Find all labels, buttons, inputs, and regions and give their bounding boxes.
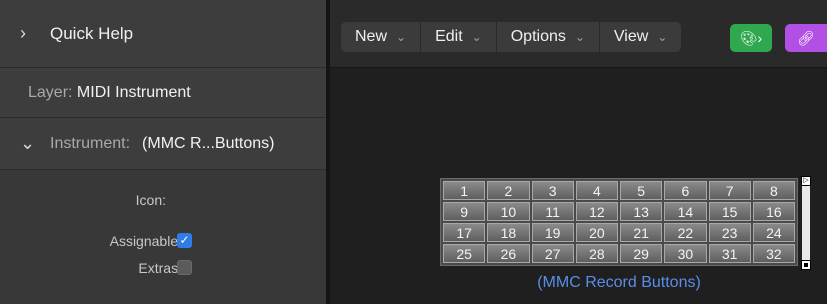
- view-menu[interactable]: View ⌄: [600, 22, 681, 52]
- layer-value: MIDI Instrument: [76, 83, 191, 101]
- extras-label: Extras:: [138, 260, 182, 276]
- layer-row: Layer: MIDI Instrument: [0, 68, 326, 118]
- mmc-button-grid: 1 2 3 4 5 6 7 8 9 10 11 12 13 14 15 16 17 18 19 20 21 22 23 24 2…: [441, 179, 797, 265]
- mmc-record-button[interactable]: 18: [487, 223, 530, 242]
- mmc-record-button[interactable]: 25: [443, 244, 486, 263]
- mmc-record-button[interactable]: 17: [443, 223, 486, 242]
- inspector-panel: › Quick Help Layer: MIDI Instrument ⌄ In…: [0, 0, 326, 304]
- resize-handle[interactable]: [801, 260, 811, 270]
- chevron-down-icon: ⌄: [574, 30, 585, 44]
- assignable-label: Assignable:: [109, 233, 182, 249]
- mmc-record-button[interactable]: 22: [664, 223, 707, 242]
- instrument-prefix: Instrument:: [50, 134, 131, 152]
- layer-prefix: Layer:: [28, 83, 73, 101]
- mmc-record-button[interactable]: 32: [752, 244, 795, 263]
- link-button[interactable]: 🔗︎: [785, 24, 827, 52]
- mmc-record-button[interactable]: 15: [708, 202, 751, 221]
- menu-group: New ⌄ Edit ⌄ Options ⌄ View ⌄: [341, 22, 682, 52]
- assignable-checkbox[interactable]: ✓: [177, 233, 192, 248]
- environment-area: New ⌄ Edit ⌄ Options ⌄ View ⌄ 🎨︎› 🔗︎ 123…: [330, 0, 827, 304]
- mmc-record-button[interactable]: 30: [664, 244, 707, 263]
- mmc-record-button[interactable]: 20: [575, 223, 618, 242]
- mmc-record-button[interactable]: 9: [443, 202, 486, 221]
- mmc-record-button[interactable]: 31: [708, 244, 751, 263]
- chevron-down-icon: ⌄: [20, 133, 36, 153]
- mmc-record-button[interactable]: 19: [531, 223, 574, 242]
- chevron-down-icon: ⌄: [396, 30, 407, 44]
- link-icon: 🔗︎: [797, 29, 815, 46]
- palette-icon: 🎨︎›: [739, 29, 763, 46]
- mmc-record-button[interactable]: 23: [708, 223, 751, 242]
- mmc-record-button[interactable]: 7: [708, 181, 751, 200]
- options-menu-label: Options: [510, 28, 566, 45]
- view-menu-label: View: [613, 28, 649, 45]
- mmc-record-button[interactable]: 29: [620, 244, 663, 263]
- new-menu-label: New: [355, 28, 388, 45]
- mmc-record-button[interactable]: 11: [531, 202, 574, 221]
- options-menu[interactable]: Options ⌄: [497, 22, 600, 52]
- quick-help-label: Quick Help: [50, 23, 134, 43]
- mmc-record-button[interactable]: 2: [487, 181, 530, 200]
- mmc-record-buttons-object[interactable]: 1 2 3 4 5 6 7 8 9 10 11 12 13 14 15 16 17 18 19 20 21 22 23 24 2…: [440, 178, 798, 266]
- mmc-record-button[interactable]: 13: [620, 202, 663, 221]
- icon-label: Icon:: [135, 192, 166, 208]
- mmc-record-button[interactable]: 12: [575, 202, 618, 221]
- edit-menu[interactable]: Edit ⌄: [421, 22, 497, 52]
- mmc-record-button[interactable]: 26: [487, 244, 530, 263]
- toolbar: New ⌄ Edit ⌄ Options ⌄ View ⌄ 🎨︎› 🔗︎: [330, 0, 827, 68]
- mmc-record-button[interactable]: 21: [620, 223, 663, 242]
- mmc-record-button[interactable]: 14: [664, 202, 707, 221]
- mmc-record-button[interactable]: 16: [752, 202, 795, 221]
- mmc-record-button[interactable]: 1: [443, 181, 486, 200]
- mmc-record-button[interactable]: 27: [531, 244, 574, 263]
- mmc-record-button[interactable]: 6: [664, 181, 707, 200]
- extras-checkbox[interactable]: [177, 260, 192, 275]
- mmc-record-button[interactable]: 8: [752, 181, 795, 200]
- layer-text: Layer: MIDI Instrument: [28, 84, 191, 102]
- mmc-record-button[interactable]: 10: [487, 202, 530, 221]
- instrument-header[interactable]: ⌄ Instrument: (MMC R...Buttons): [0, 118, 326, 170]
- edit-menu-label: Edit: [435, 28, 463, 45]
- object-output-strip[interactable]: ▷: [801, 176, 811, 270]
- quick-help-header[interactable]: › Quick Help: [0, 0, 326, 68]
- mmc-record-button[interactable]: 24: [752, 223, 795, 242]
- chevron-down-icon: ⌄: [471, 30, 482, 44]
- chevron-down-icon: ⌄: [657, 30, 668, 44]
- new-menu[interactable]: New ⌄: [341, 22, 422, 52]
- object-caption[interactable]: (MMC Record Buttons): [440, 274, 798, 292]
- output-triangle-icon[interactable]: ▷: [801, 176, 811, 186]
- mmc-record-button[interactable]: 5: [620, 181, 663, 200]
- mmc-record-button[interactable]: 4: [575, 181, 618, 200]
- mmc-record-button[interactable]: 3: [531, 181, 574, 200]
- chevron-right-icon: ›: [20, 23, 26, 43]
- instrument-parameters: Icon: Assignable: ✓ Extras:: [0, 170, 326, 304]
- mmc-record-button[interactable]: 28: [575, 244, 618, 263]
- palette-midi-thru-button[interactable]: 🎨︎›: [730, 24, 772, 52]
- instrument-value: (MMC R...Buttons): [142, 134, 275, 152]
